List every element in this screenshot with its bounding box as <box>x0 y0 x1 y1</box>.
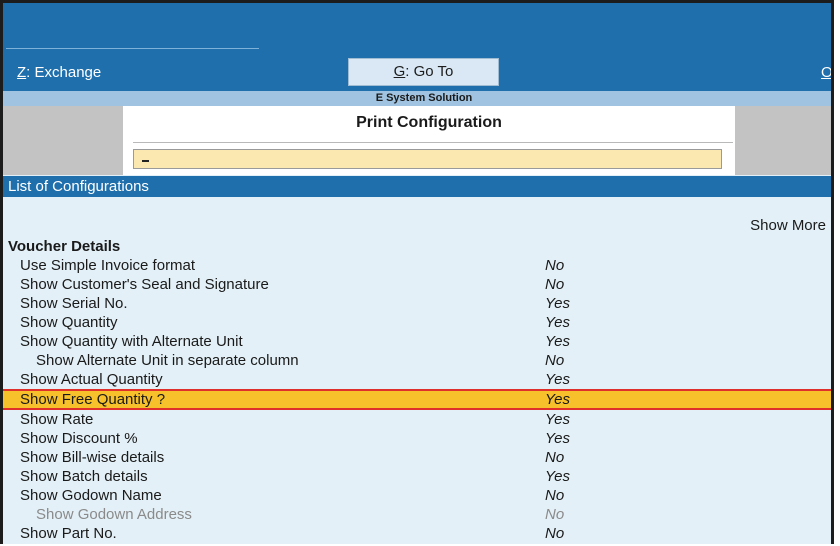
exchange-menu-button[interactable]: Z: Exchange <box>17 64 101 81</box>
config-value[interactable]: Yes <box>545 391 570 408</box>
config-label: Show Quantity <box>20 314 118 331</box>
goto-button[interactable]: G: Go To <box>348 58 499 86</box>
config-value[interactable]: Yes <box>545 332 570 351</box>
list-item[interactable]: Show Actual Quantity Yes <box>3 370 831 389</box>
list-item[interactable]: Use Simple Invoice format No <box>3 256 831 275</box>
dialog-title: Print Configuration <box>356 114 502 131</box>
config-label: Use Simple Invoice format <box>20 257 196 274</box>
config-label: Show Godown Address <box>36 506 192 523</box>
list-header: List of Configurations <box>3 176 831 197</box>
config-value[interactable]: No <box>545 448 564 467</box>
config-label: Show Quantity with Alternate Unit <box>20 333 243 350</box>
title-divider <box>6 48 259 49</box>
config-value[interactable]: No <box>545 351 564 370</box>
config-value[interactable]: Yes <box>545 313 570 332</box>
exchange-label: : Exchange <box>26 64 102 81</box>
list-item[interactable]: Show Alternate Unit in separate column No <box>3 351 831 370</box>
config-label: Show Customer's Seal and Signature <box>20 276 269 293</box>
text-cursor <box>142 160 149 162</box>
list-item[interactable]: Show Godown Name No <box>3 486 831 505</box>
config-value[interactable]: No <box>545 256 564 275</box>
config-value[interactable]: Yes <box>545 294 570 313</box>
config-value[interactable]: Yes <box>545 370 570 389</box>
search-input[interactable] <box>133 149 722 169</box>
title-bar <box>3 3 831 54</box>
more-hotkey: O <box>821 64 833 81</box>
list-item[interactable]: Show Batch details Yes <box>3 467 831 486</box>
top-menu-bar: Z: Exchange G: Go To O: <box>3 54 831 91</box>
list-item[interactable]: Show Quantity Yes <box>3 313 831 332</box>
config-value[interactable]: No <box>545 524 564 543</box>
list-item[interactable]: Show Godown Address No <box>3 505 831 524</box>
config-label: Show Serial No. <box>20 295 128 312</box>
section-heading: Voucher Details <box>8 238 121 255</box>
config-label: Show Batch details <box>20 468 148 485</box>
config-label: Show Bill-wise details <box>20 449 165 466</box>
config-label: Show Godown Name <box>20 487 162 504</box>
config-label: Show Actual Quantity <box>20 371 163 388</box>
app-window: Z: Exchange G: Go To O: E System Solutio… <box>0 0 834 544</box>
list-item[interactable]: Show Part No. No <box>3 524 831 543</box>
config-value[interactable]: Yes <box>545 467 570 486</box>
company-name: E System Solution <box>375 92 473 104</box>
config-value[interactable]: No <box>545 505 564 524</box>
config-value[interactable]: No <box>545 486 564 505</box>
config-value[interactable]: Yes <box>545 429 570 448</box>
print-configuration-dialog: Print Configuration <box>123 106 735 175</box>
config-label: Show Discount % <box>20 430 138 447</box>
config-value[interactable]: No <box>545 275 564 294</box>
config-label: Show Rate <box>20 411 94 428</box>
config-label: Show Free Quantity ? <box>20 391 166 408</box>
list-item[interactable]: Show Rate Yes <box>3 410 831 429</box>
config-label: Show Alternate Unit in separate column <box>36 352 299 369</box>
more-menu-button[interactable]: O: <box>821 64 834 81</box>
goto-hotkey: G <box>393 63 406 80</box>
dialog-divider <box>133 142 733 143</box>
list-item[interactable]: Show Quantity with Alternate Unit Yes <box>3 332 831 351</box>
config-label: Show Part No. <box>20 525 117 542</box>
goto-label: : Go To <box>405 63 454 80</box>
configuration-list: Voucher Details Use Simple Invoice forma… <box>3 237 831 543</box>
exchange-hotkey: Z <box>17 64 27 81</box>
list-item[interactable]: Show Serial No. Yes <box>3 294 831 313</box>
company-bar: E System Solution <box>3 91 831 106</box>
list-item[interactable]: Show Free Quantity ? Yes <box>3 389 831 410</box>
more-label: : <box>833 64 834 81</box>
configuration-rows: Use Simple Invoice format No Show Customer… <box>3 256 831 543</box>
show-more-button[interactable]: Show More <box>750 217 826 234</box>
list-item[interactable]: Show Bill-wise details No <box>3 448 831 467</box>
list-item[interactable]: Show Discount % Yes <box>3 429 831 448</box>
list-item[interactable]: Show Customer's Seal and Signature No <box>3 275 831 294</box>
config-value[interactable]: Yes <box>545 410 570 429</box>
